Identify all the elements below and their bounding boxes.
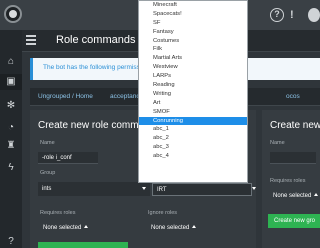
requires-roles-value: None selected	[43, 225, 82, 231]
create-button[interactable]	[38, 242, 128, 248]
globe-icon[interactable]	[308, 8, 320, 22]
caret-up-icon	[84, 225, 89, 228]
sidebar: ⌂ ▣ ✻ ◔ ♜ ϟ ?	[0, 30, 22, 248]
ignore-roles-value: None selected	[151, 225, 190, 231]
dropdown-option[interactable]: Conrunning	[139, 116, 247, 126]
dropdown-option[interactable]: Fantasy	[139, 28, 247, 37]
dropdown-option[interactable]: Reading	[139, 81, 247, 90]
role-select-input[interactable]: IRT	[152, 183, 252, 196]
group-value: ints	[42, 186, 52, 192]
create-group-card: Create new Name Requires roles None sele…	[262, 110, 320, 248]
dropdown-option[interactable]: Minecraft	[139, 1, 247, 10]
help-icon[interactable]: ?	[270, 8, 284, 22]
dropdown-option[interactable]: SMOF	[139, 108, 247, 117]
home-icon[interactable]: ⌂	[0, 56, 22, 68]
dropdown-option[interactable]: Art	[139, 99, 247, 108]
lightning-icon[interactable]: ϟ	[0, 162, 22, 174]
trophy-icon[interactable]: ♜	[0, 140, 22, 152]
dropdown-option[interactable]: abc_4	[139, 152, 247, 161]
group-label: Group	[40, 170, 56, 176]
chevron-down-icon	[142, 187, 146, 190]
name-input[interactable]: -role i_conf	[38, 152, 98, 164]
menu-icon[interactable]	[26, 35, 36, 47]
dropdown-option[interactable]: SF	[139, 19, 247, 28]
right-card-title: Create new	[270, 120, 320, 131]
dropdown-option[interactable]: Spacecats!	[139, 10, 247, 19]
dropdown-option[interactable]: Westview	[139, 63, 247, 72]
dropdown-option[interactable]: Martial Arts	[139, 54, 247, 63]
dropdown-option[interactable]: Filk	[139, 45, 247, 54]
ignore-roles-label: Ignore roles	[148, 210, 178, 216]
right-name-label: Name	[270, 140, 285, 146]
caret-up-icon	[314, 193, 319, 196]
gear-icon[interactable]: ✻	[0, 100, 22, 112]
right-requires-roles-select[interactable]: None selected	[270, 190, 320, 202]
tab-ungrouped-home[interactable]: Ungrouped / Home	[38, 93, 93, 100]
requires-roles-label: Requires roles	[40, 210, 76, 216]
dropdown-option[interactable]: Writing	[139, 90, 247, 99]
rss-icon[interactable]: ◔	[0, 122, 22, 134]
tab-ocos[interactable]: ocos	[286, 93, 300, 100]
alert-icon[interactable]: !	[290, 8, 294, 22]
dropdown-option[interactable]: abc_1	[139, 125, 247, 134]
name-label: Name	[40, 140, 55, 146]
caret-up-icon	[192, 225, 197, 228]
right-name-input[interactable]	[270, 152, 316, 164]
group-select[interactable]: ints	[38, 182, 150, 196]
dropdown-option[interactable]: LARPs	[139, 72, 247, 81]
inbox-icon[interactable]: ▣	[0, 74, 22, 90]
right-requires-roles-value: None selected	[273, 193, 312, 199]
page-title: Role commands	[56, 34, 136, 46]
dropdown-option[interactable]: abc_2	[139, 134, 247, 143]
chevron-down-icon[interactable]	[252, 187, 256, 190]
role-dropdown-list[interactable]: Minecraft Spacecats! SF Fantasy Costumes Filk…	[138, 0, 248, 183]
create-group-button[interactable]: Create new gro	[268, 214, 320, 228]
requires-roles-select[interactable]: None selected	[40, 222, 91, 234]
help-icon[interactable]: ?	[0, 236, 22, 248]
dropdown-option[interactable]: abc_3	[139, 143, 247, 152]
logo-icon[interactable]	[4, 5, 22, 23]
ignore-roles-select[interactable]: None selected	[148, 222, 199, 234]
dropdown-option[interactable]: Costumes	[139, 37, 247, 46]
right-requires-roles-label: Requires roles	[270, 178, 306, 184]
